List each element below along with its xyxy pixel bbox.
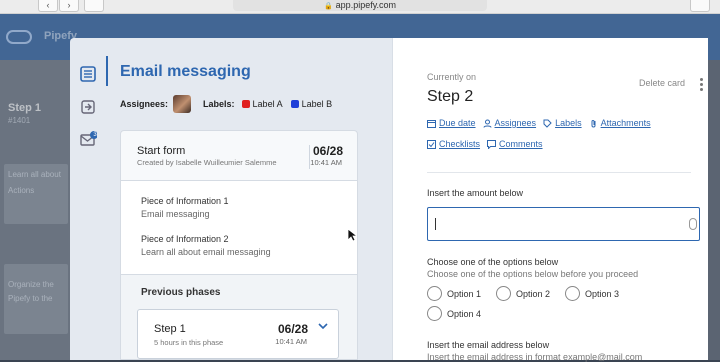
options-field-help: Choose one of the options below before y… — [427, 269, 639, 279]
comments-button[interactable]: Comments — [487, 139, 543, 149]
back-icon[interactable]: ‹ — [38, 0, 58, 12]
background-card-text: Learn all about — [8, 170, 61, 179]
radio-label: Option 2 — [516, 288, 551, 299]
background-list-sub: #1401 — [8, 116, 31, 125]
forward-icon[interactable]: › — [59, 0, 79, 12]
field-label: Piece of Information 2 — [141, 234, 229, 244]
text-caret — [435, 218, 436, 230]
assignees-label: Assignees: — [120, 99, 169, 109]
due-date-button[interactable]: Due date — [427, 118, 476, 128]
tag-icon — [543, 119, 552, 128]
start-form-header[interactable]: Start form Created by Isabelle Wuilleumi… — [121, 131, 357, 181]
email-field-help: Insert the email address in format examp… — [427, 352, 643, 362]
field-value: Learn all about email messaging — [141, 247, 271, 257]
card-actions-row-1: Due date Assignees Labels Attachments — [427, 118, 651, 128]
labels-button-label: Labels — [555, 118, 582, 128]
radio-label: Option 1 — [447, 288, 482, 299]
mouse-cursor-icon — [347, 228, 357, 242]
start-form-time: 10:41 AM — [310, 158, 342, 167]
options-field-label: Choose one of the options below — [427, 257, 559, 267]
attachments-button[interactable]: Attachments — [589, 118, 651, 128]
field-label: Piece of Information 1 — [141, 196, 229, 206]
avatar[interactable] — [173, 95, 192, 113]
field-value: Email messaging — [141, 209, 210, 219]
background-card-text: Organize the — [8, 280, 54, 289]
radio-button[interactable] — [496, 286, 511, 301]
card-actions-row-2: Checklists Comments — [427, 139, 543, 149]
phase-time: 10:41 AM — [275, 337, 307, 346]
start-form-date: 06/28 — [312, 144, 343, 158]
phase-date: 06/28 — [277, 322, 308, 336]
radio-button[interactable] — [565, 286, 580, 301]
sidebar-toggle-icon[interactable] — [84, 0, 104, 12]
start-form-title: Start form — [137, 145, 186, 157]
amount-input[interactable] — [427, 207, 700, 241]
due-date-label: Due date — [439, 118, 476, 128]
current-phase-panel: Currently on Step 2 Delete card Due date… — [392, 38, 708, 362]
calendar-icon — [427, 119, 436, 128]
lock-icon: 🔒 — [323, 3, 333, 10]
email-count-badge: 3 — [93, 132, 97, 138]
currently-on-label: Currently on — [427, 72, 477, 82]
label-a[interactable]: Label A — [253, 99, 283, 109]
form-icon[interactable] — [79, 65, 97, 83]
user-icon — [483, 119, 492, 128]
comments-button-label: Comments — [499, 139, 543, 149]
start-form-body: Piece of Information 1 Email messaging P… — [121, 181, 357, 359]
labels-button[interactable]: Labels — [543, 118, 582, 128]
previous-phase-card[interactable]: Step 1 5 hours in this phase 06/28 10:41… — [137, 309, 339, 359]
assignees-button-label: Assignees — [494, 118, 537, 128]
amount-field-label: Insert the amount below — [427, 188, 524, 198]
checklists-button-label: Checklists — [439, 139, 481, 149]
phase-name: Step 1 — [154, 323, 186, 335]
background-list-title: Step 1 — [8, 102, 42, 114]
more-options-icon[interactable] — [700, 78, 704, 92]
card-sidebar: 3 — [70, 38, 106, 360]
new-tab-icon[interactable] — [690, 0, 710, 12]
active-indicator — [106, 56, 108, 86]
email-field-label: Insert the email address below — [427, 340, 550, 350]
move-card-icon[interactable] — [79, 98, 97, 116]
card-meta-row: Assignees: Labels: Label A Label B — [120, 94, 332, 114]
background-card-text: Actions — [8, 186, 35, 195]
card-detail-panel: 3 Email messaging Assignees: Labels: Lab… — [70, 38, 392, 360]
radio-label: Option 3 — [585, 288, 620, 299]
attachments-button-label: Attachments — [600, 118, 651, 128]
checklists-button[interactable]: Checklists — [427, 139, 480, 149]
paperclip-icon — [591, 119, 596, 127]
phase-duration: 5 hours in this phase — [154, 338, 224, 347]
delete-card-button[interactable]: Delete card — [639, 78, 685, 88]
pipefy-logo-icon — [6, 30, 32, 44]
chevron-down-icon[interactable] — [318, 322, 328, 330]
radio-button[interactable] — [427, 306, 442, 321]
number-stepper-icon[interactable] — [689, 218, 697, 230]
background-card-text: Pipefy to the — [8, 294, 53, 303]
radio-option-2[interactable]: Option 2 — [496, 286, 550, 301]
radio-option-4[interactable]: Option 4 — [427, 306, 481, 321]
previous-phases-title: Previous phases — [141, 287, 221, 298]
address-bar[interactable]: 🔒 app.pipefy.com — [233, 0, 487, 11]
label-b[interactable]: Label B — [302, 99, 333, 109]
url-text: app.pipefy.com — [335, 0, 397, 10]
label-a-color — [241, 100, 250, 108]
card-title[interactable]: Email messaging — [120, 63, 251, 81]
current-phase-name: Step 2 — [427, 88, 474, 105]
browser-toolbar: ‹ › 🔒 app.pipefy.com — [0, 0, 720, 14]
assignees-button[interactable]: Assignees — [483, 118, 537, 128]
labels-label: Labels: — [203, 99, 235, 109]
radio-label: Option 4 — [447, 308, 482, 319]
comment-icon — [487, 139, 497, 149]
radio-option-1[interactable]: Option 1 — [427, 286, 481, 301]
radio-button[interactable] — [427, 286, 442, 301]
checklist-icon — [427, 139, 436, 149]
start-form-creator: Created by Isabelle Wuilleumier Salemme — [137, 158, 277, 167]
radio-option-3[interactable]: Option 3 — [565, 286, 619, 301]
label-b-color — [290, 100, 299, 108]
start-form-card: Start form Created by Isabelle Wuilleumi… — [120, 130, 358, 360]
divider — [427, 172, 691, 173]
